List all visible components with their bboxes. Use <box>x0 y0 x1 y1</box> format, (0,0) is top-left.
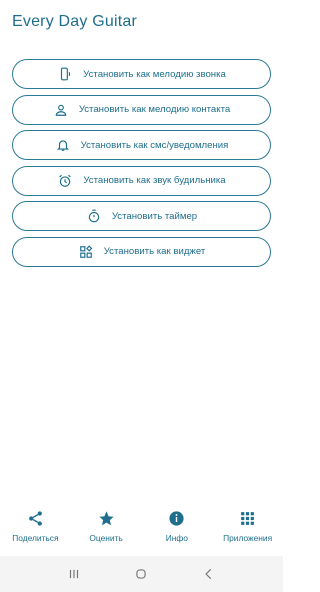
widget-icon <box>78 244 94 260</box>
home-button[interactable] <box>126 559 156 589</box>
star-icon <box>99 511 114 526</box>
share-icon <box>29 511 42 526</box>
contact-person-icon <box>53 102 69 118</box>
set-notification-button[interactable]: Установить как смс/уведомления <box>12 130 271 161</box>
set-contact-ringtone-label: Установить как мелодию контакта <box>78 104 231 116</box>
app-screen: Every Day Guitar Установить как мелодию … <box>0 0 283 592</box>
system-navigation-bar <box>0 556 283 592</box>
back-button[interactable] <box>194 559 224 589</box>
apps-grid-icon <box>241 512 254 525</box>
back-icon <box>205 568 212 580</box>
recents-button[interactable] <box>59 559 89 589</box>
set-alarm-button[interactable]: Установить как звук будильника <box>12 165 271 196</box>
nav-info[interactable]: Инфо <box>142 502 213 552</box>
set-alarm-label: Установить как звук будильника <box>83 175 226 187</box>
set-widget-label: Установить как виджет <box>103 246 206 258</box>
recents-icon <box>69 569 78 579</box>
app-title: Every Day Guitar <box>12 13 138 30</box>
set-notification-label: Установить как смс/уведомления <box>80 139 229 151</box>
nav-info-label: Инфо <box>165 533 188 543</box>
set-contact-ringtone-button[interactable]: Установить как мелодию контакта <box>12 94 271 125</box>
nav-rate[interactable]: Оценить <box>71 502 142 552</box>
nav-apps[interactable]: Приложения <box>212 502 283 552</box>
info-icon <box>169 511 184 526</box>
set-ringtone-label: Установить как мелодию звонка <box>83 68 226 80</box>
alarm-clock-icon <box>57 173 73 189</box>
set-ringtone-button[interactable]: Установить как мелодию звонка <box>12 59 271 89</box>
nav-apps-label: Приложения <box>223 533 273 543</box>
nav-rate-label: Оценить <box>89 533 123 543</box>
action-list: Установить как мелодию звонка Установить… <box>12 59 271 273</box>
set-timer-label: Установить таймер <box>111 210 198 222</box>
nav-share-label: Поделиться <box>12 533 59 543</box>
home-icon <box>136 569 147 579</box>
set-widget-button[interactable]: Установить как виджет <box>12 236 271 267</box>
bell-icon <box>55 137 71 153</box>
timer-icon <box>86 208 102 224</box>
bottom-navigation: Поделиться Оценить Инфо Приложения <box>0 502 283 552</box>
nav-share[interactable]: Поделиться <box>0 502 71 552</box>
phone-ringtone-icon <box>57 66 73 82</box>
set-timer-button[interactable]: Установить таймер <box>12 201 271 232</box>
